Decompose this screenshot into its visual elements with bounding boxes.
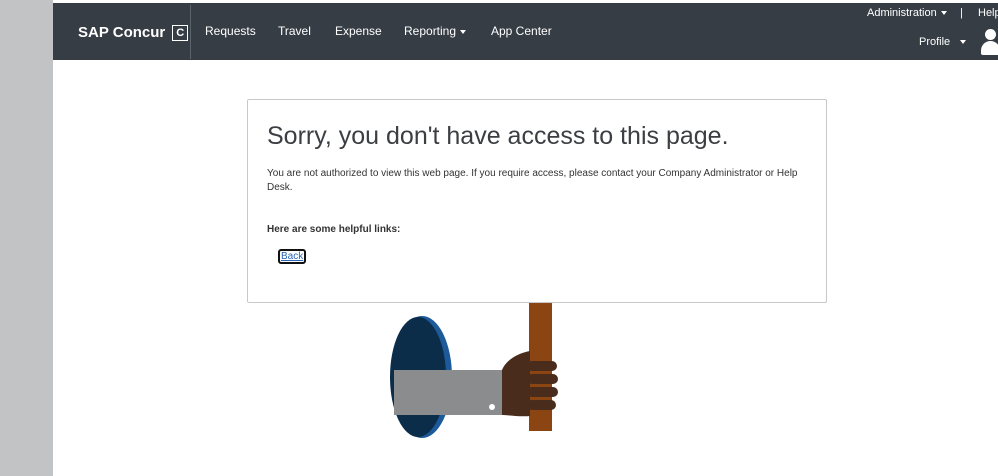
avatar-head (985, 29, 996, 40)
page-title: Sorry, you don't have access to this pag… (267, 122, 729, 150)
help-link[interactable]: Help (978, 7, 998, 19)
nav-expense[interactable]: Expense (335, 24, 382, 38)
top-navbar: SAP Concur C Requests Travel Expense Rep… (53, 3, 998, 60)
arm-sleeve (394, 370, 502, 415)
caret-down-icon (460, 29, 467, 34)
profile-menu[interactable]: Profile (919, 36, 967, 48)
nav-reporting-label: Reporting (404, 24, 457, 38)
nav-reporting[interactable]: Reporting (404, 24, 467, 38)
caret-down-icon (960, 40, 967, 45)
user-avatar-icon[interactable] (979, 29, 998, 57)
nav-requests[interactable]: Requests (205, 24, 256, 38)
finger-2 (527, 374, 558, 384)
hand (502, 351, 530, 417)
hand-holding-sign-illustration (390, 303, 558, 438)
utility-separator: | (960, 7, 963, 19)
brand-name: SAP Concur (78, 24, 166, 41)
access-denied-card: Sorry, you don't have access to this pag… (247, 99, 827, 303)
finger-1 (527, 361, 557, 371)
profile-label: Profile (919, 36, 951, 48)
administration-menu[interactable]: Administration (867, 7, 947, 19)
nav-divider (190, 5, 191, 59)
administration-label: Administration (867, 7, 937, 19)
nav-travel[interactable]: Travel (278, 24, 311, 38)
caret-down-icon (940, 11, 947, 16)
back-link[interactable]: Back (278, 249, 307, 264)
helpful-links-heading: Here are some helpful links: (267, 224, 401, 235)
avatar-body (981, 41, 998, 55)
sap-concur-logo[interactable]: SAP Concur C (78, 24, 189, 41)
finger-4 (527, 400, 556, 410)
left-gutter (0, 0, 53, 476)
concur-c-icon: C (172, 24, 189, 41)
finger-3 (527, 387, 558, 397)
cuff-button (489, 404, 495, 410)
nav-app-center[interactable]: App Center (491, 24, 552, 38)
access-denied-message: You are not authorized to view this web … (267, 168, 798, 193)
